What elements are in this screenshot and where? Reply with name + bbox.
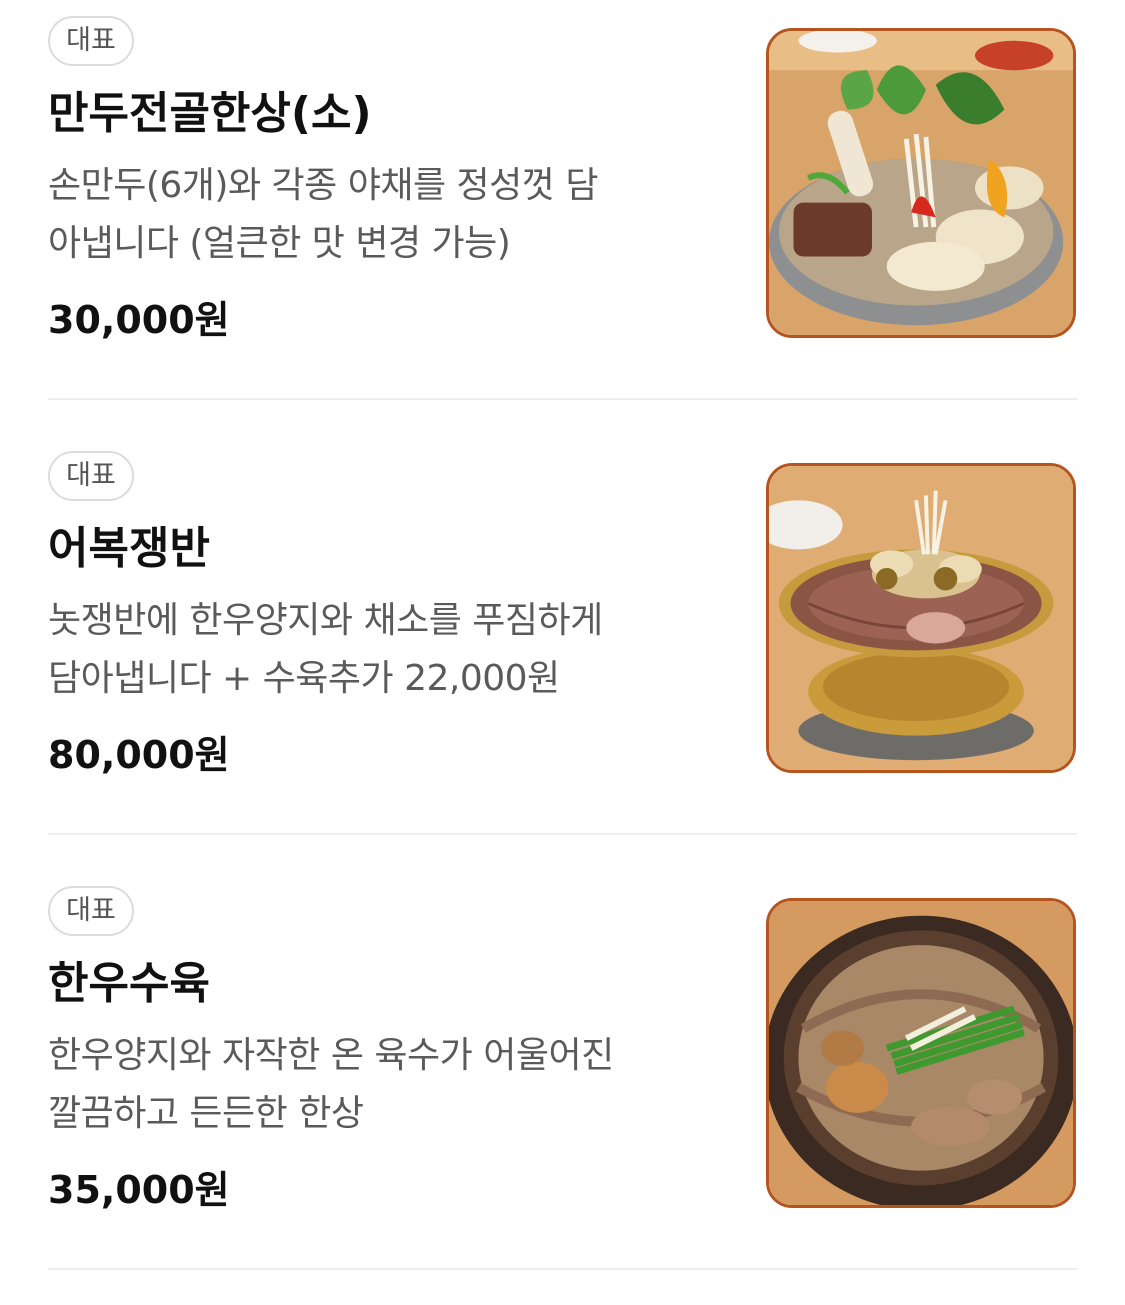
brass-tray-beef-illustration [769,466,1073,770]
signature-badge: 대표 [48,451,134,501]
signature-badge: 대표 [48,16,134,66]
menu-item[interactable]: 대표 어복쟁반 놋쟁반에 한우양지와 채소를 푸짐하게 담아냅니다 + 수육추가… [0,435,1125,870]
item-divider [48,1268,1077,1270]
menu-item-name: 만두전골한상(소) [48,88,372,139]
description-line: 손만두(6개)와 각종 야채를 정성껏 담 [48,165,598,206]
brass-tray-beef-photo[interactable] [766,463,1076,773]
description-line: 놋쟁반에 한우양지와 채소를 푸짐하게 [48,600,603,641]
menu-item[interactable]: 대표 한우수육 한우양지와 자작한 온 육수가 어울어진 깔끔하고 든든한 한상… [0,870,1125,1305]
menu-list: 대표 만두전골한상(소) 손만두(6개)와 각종 야채를 정성껏 담 아냅니다 … [0,0,1125,1297]
item-divider [48,833,1077,835]
menu-item-description: 놋쟁반에 한우양지와 채소를 푸짐하게 담아냅니다 + 수육추가 22,000원 [48,592,728,708]
dumpling-hotpot-illustration [769,31,1073,335]
menu-item-description: 한우양지와 자작한 온 육수가 어울어진 깔끔하고 든든한 한상 [48,1027,728,1143]
description-line: 한우양지와 자작한 온 육수가 어울어진 [48,1035,614,1076]
menu-item-price: 80,000원 [48,733,230,777]
dumpling-hotpot-photo[interactable] [766,28,1076,338]
menu-item-name: 한우수육 [48,958,210,1009]
menu-item-name: 어복쟁반 [48,523,210,574]
menu-item-description: 손만두(6개)와 각종 야채를 정성껏 담 아냅니다 (얼큰한 맛 변경 가능) [48,157,728,273]
description-line: 깔끔하고 든든한 한상 [48,1093,364,1134]
description-line: 아냅니다 (얼큰한 맛 변경 가능) [48,223,511,264]
description-line: 담아냅니다 + 수육추가 22,000원 [48,658,560,699]
menu-item-price: 35,000원 [48,1168,230,1212]
item-divider [48,398,1077,400]
signature-badge: 대표 [48,886,134,936]
menu-item-price: 30,000원 [48,298,230,342]
menu-item[interactable]: 대표 만두전골한상(소) 손만두(6개)와 각종 야채를 정성껏 담 아냅니다 … [0,0,1125,435]
boiled-beef-pot-illustration [769,901,1073,1205]
boiled-beef-pot-photo[interactable] [766,898,1076,1208]
